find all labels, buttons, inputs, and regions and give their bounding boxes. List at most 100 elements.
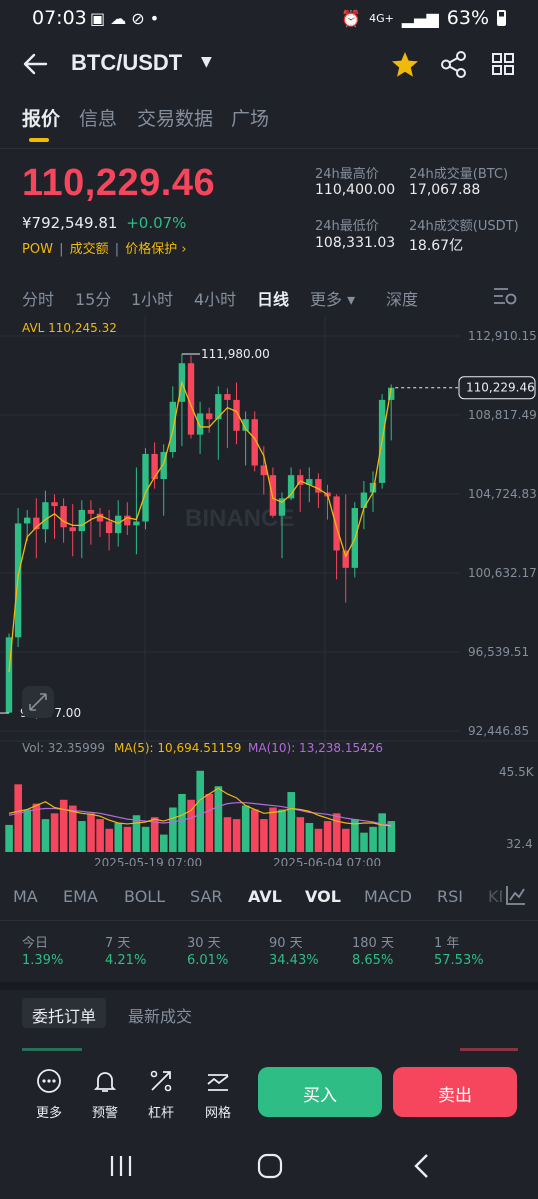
sell-button[interactable]: 卖出 <box>393 1067 517 1117</box>
interval-depth[interactable]: 深度 <box>386 286 418 310</box>
leverage-button[interactable]: 杠杆 <box>141 1068 181 1121</box>
status-right: ⏰ 4G+ ▂▄▆ 63% <box>341 7 506 29</box>
interval-more[interactable]: 更多 ▾ <box>310 286 355 310</box>
interval-timeline[interactable]: 分时 <box>22 286 54 310</box>
interval-1d[interactable]: 日线 <box>257 286 289 310</box>
interval-4h[interactable]: 4小时 <box>194 286 236 310</box>
more-button[interactable]: 更多 <box>29 1068 69 1121</box>
volume-bar <box>41 819 50 852</box>
perf-label-today: 今日 <box>22 936 49 951</box>
chart-grid <box>0 316 538 856</box>
tag-volume[interactable]: 成交额 <box>70 242 109 257</box>
perf-label-180d: 180 天 <box>352 936 394 951</box>
candle-body <box>42 502 49 530</box>
leverage-icon <box>150 1070 172 1092</box>
recent-apps-icon[interactable] <box>108 1154 134 1178</box>
tab-open-orders[interactable]: 委托订单 <box>22 998 106 1028</box>
volume-bar <box>232 819 241 852</box>
volume-bar <box>360 832 368 852</box>
watermark: BINANCE <box>185 505 294 532</box>
grid-button[interactable]: 网格 <box>198 1068 238 1121</box>
vol-btc-label: 24h成交量(BTC) <box>409 167 509 182</box>
avl-label: AVL 110,245.32 <box>22 321 117 335</box>
volume-bar <box>342 828 350 852</box>
grid-label: 网格 <box>204 1106 231 1121</box>
perf-value-90d: 34.43% <box>269 953 319 968</box>
header: BTC/USDT ▼ <box>0 40 538 88</box>
volume-bar <box>214 786 223 852</box>
volume-bar <box>141 826 150 852</box>
indicator-ma[interactable]: MA <box>13 887 38 906</box>
tab-info[interactable]: 信息 <box>79 104 117 131</box>
indicator-macd[interactable]: MACD <box>364 887 412 906</box>
back-arrow-icon[interactable] <box>22 52 48 76</box>
vol-label: Vol: 32.35999 <box>22 741 105 755</box>
y-tick-label: 100,632.17 <box>468 566 537 580</box>
volume-bar <box>96 819 104 852</box>
candle-body <box>333 496 340 551</box>
x-label-1: 2025-05-19 07:00 <box>94 856 202 866</box>
indicator-kdj[interactable]: KDJ <box>488 887 502 906</box>
more-label: 更多 <box>35 1106 62 1121</box>
expand-chart-icon <box>22 686 54 718</box>
volume-bar <box>251 809 259 852</box>
buy-button[interactable]: 买入 <box>258 1067 382 1117</box>
tag-row: POW | 成交额 | 价格保护 › <box>22 242 187 257</box>
indicator-sar[interactable]: SAR <box>190 887 223 906</box>
tab-trading-data[interactable]: 交易数据 <box>137 104 213 131</box>
home-icon[interactable] <box>257 1153 283 1179</box>
volume-bar <box>205 793 214 852</box>
volume-bar <box>287 792 295 852</box>
tab-latest-trades[interactable]: 最新成交 <box>128 1003 192 1027</box>
chart-settings-icon[interactable] <box>493 285 517 307</box>
bell-icon <box>93 1072 117 1092</box>
candle-body <box>115 515 122 534</box>
alert-button[interactable]: 预警 <box>85 1068 125 1121</box>
share-icon[interactable] <box>441 51 467 78</box>
high-value: 110,400.00 <box>315 182 396 198</box>
x-label-2: 2025-06-04 07:00 <box>273 856 381 866</box>
low-label: 24h最低价 <box>315 219 379 234</box>
alarm-icon: ⏰ <box>341 8 362 28</box>
indicator-avl[interactable]: AVL <box>248 887 282 906</box>
tag-price-protection[interactable]: 价格保护 › <box>125 242 186 257</box>
divider <box>0 148 538 149</box>
tab-square[interactable]: 广场 <box>231 104 269 131</box>
price-chart[interactable]: BINANCE 112,910.15 108,817.49 104,724.83 10… <box>0 316 538 866</box>
grid-trading-icon <box>207 1074 229 1091</box>
indicator-vol[interactable]: VOL <box>305 887 341 906</box>
grid-menu-icon[interactable] <box>491 52 515 76</box>
tag-pow[interactable]: POW <box>22 242 53 257</box>
volume-bar <box>196 770 204 852</box>
status-notification-icons: ▣ ☁ ⊘ • <box>90 9 160 28</box>
volume-bar <box>332 813 341 852</box>
order-book-bid-peek <box>22 1048 82 1051</box>
current-price-label: 110,229.46 <box>466 381 535 395</box>
volume-bars <box>5 770 396 852</box>
back-nav-icon[interactable] <box>412 1153 432 1179</box>
candle-body <box>24 517 31 524</box>
indicator-settings-icon[interactable] <box>505 884 527 906</box>
price-sub: ¥792,549.81 +0.07% <box>22 214 186 232</box>
volume-bar <box>314 828 323 852</box>
interval-1h[interactable]: 1小时 <box>131 286 173 310</box>
system-nav-bar <box>0 1140 538 1199</box>
tab-quote[interactable]: 报价 <box>22 104 60 131</box>
volume-bar <box>123 826 132 852</box>
pair-dropdown-icon[interactable]: ▼ <box>201 54 212 70</box>
indicator-ema[interactable]: EMA <box>63 887 98 906</box>
volume-bar <box>5 824 13 852</box>
candles <box>5 353 395 714</box>
perf-value-1y: 57.53% <box>434 953 484 968</box>
indicator-rsi[interactable]: RSI <box>437 887 463 906</box>
volume-bar <box>59 799 68 852</box>
volume-bar <box>50 813 59 852</box>
status-bar: 07:03 ▣ ☁ ⊘ • ⏰ 4G+ ▂▄▆ 63% <box>0 0 538 36</box>
favorite-star-icon[interactable] <box>391 51 419 78</box>
indicator-boll[interactable]: BOLL <box>124 887 165 906</box>
pair-title[interactable]: BTC/USDT <box>71 50 182 76</box>
tab-active-indicator <box>29 138 49 142</box>
signal-icon: ▂▄▆ <box>401 8 439 28</box>
interval-15m[interactable]: 15分 <box>75 286 111 310</box>
candle-body <box>206 413 213 420</box>
